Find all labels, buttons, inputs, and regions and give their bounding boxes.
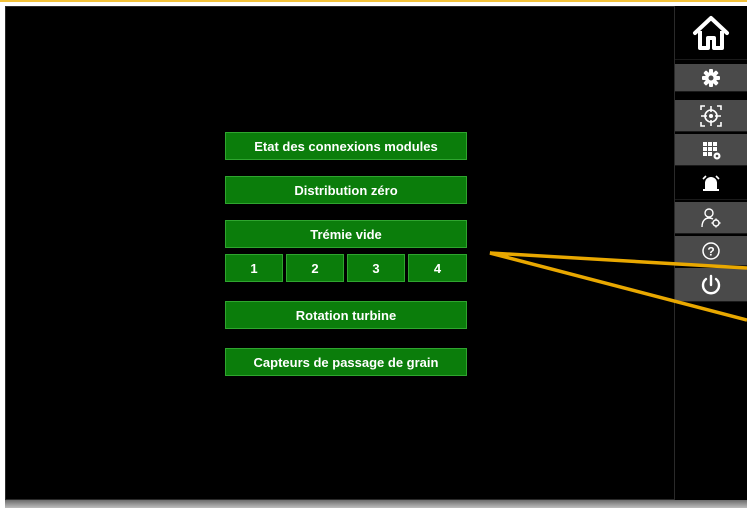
top-border [0,0,747,2]
help-button[interactable]: ? [675,236,747,266]
calibration-button[interactable] [675,100,747,132]
gear-icon [702,68,720,87]
connection-status-button[interactable]: Etat des connexions modules [225,132,467,160]
grain-sensors-button[interactable]: Capteurs de passage de grain [225,348,467,376]
user-settings-button[interactable] [675,202,747,234]
turbine-rotation-button[interactable]: Rotation turbine [225,301,467,329]
svg-text:?: ? [707,244,714,258]
power-icon [701,274,721,294]
help-icon: ? [702,241,720,260]
grid-settings-icon [703,141,721,159]
home-button[interactable] [675,6,747,60]
power-button[interactable] [675,268,747,302]
right-sidebar: ? [675,6,747,500]
bottom-bar [5,500,747,508]
hopper-3-button[interactable]: 3 [347,254,405,282]
main-screen: Etat des connexions modules Distribution… [5,6,675,500]
alarm-bell-icon [702,174,720,191]
target-calibration-icon [700,104,722,127]
zero-distribution-button[interactable]: Distribution zéro [225,176,467,204]
hopper-1-button[interactable]: 1 [225,254,283,282]
grid-settings-button[interactable] [675,134,747,166]
settings-button[interactable] [675,64,747,92]
hopper-4-button[interactable]: 4 [408,254,467,282]
home-icon [693,15,729,50]
alarm-button[interactable] [675,168,747,200]
hopper-2-button[interactable]: 2 [286,254,344,282]
empty-hopper-button[interactable]: Trémie vide [225,220,467,248]
user-settings-icon [701,207,721,227]
